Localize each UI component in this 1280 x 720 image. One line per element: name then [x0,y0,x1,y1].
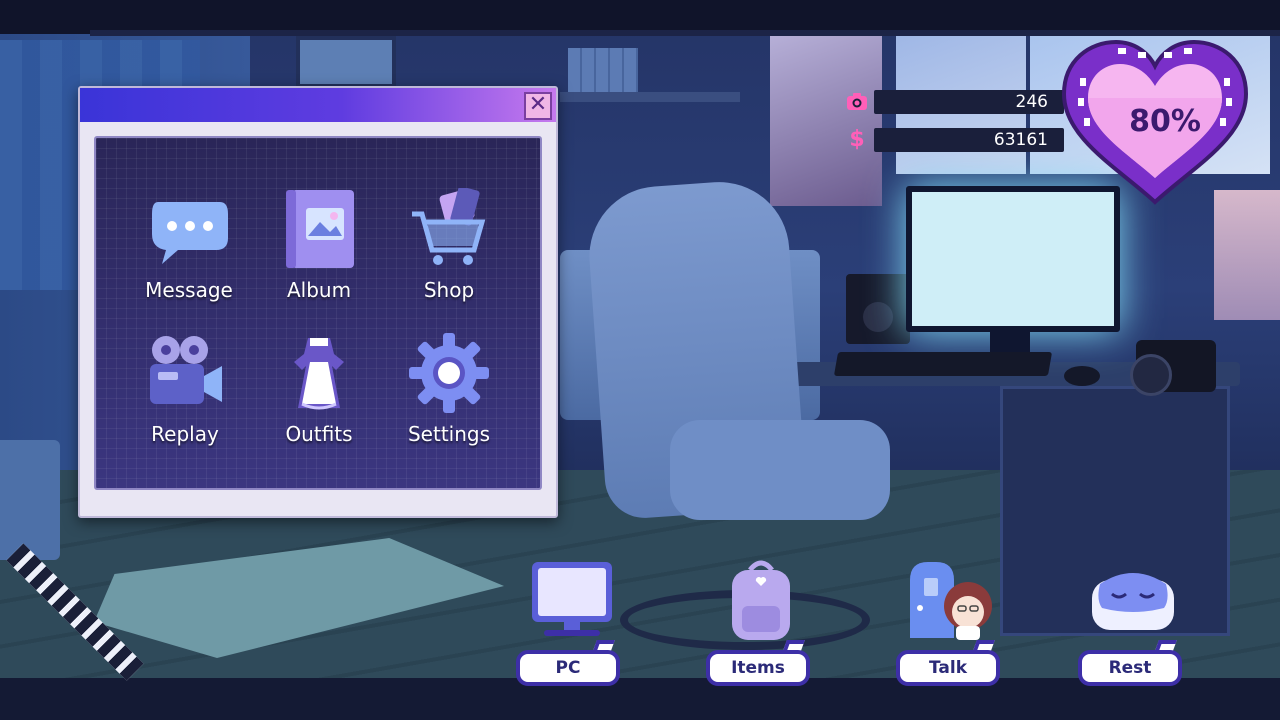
pc-label: PC [516,650,620,686]
speaker [846,274,910,344]
wall-sign [296,36,396,88]
pc-button[interactable]: PC [516,560,626,688]
maid-dress-icon [278,332,360,414]
close-button[interactable]: ✕ [524,92,552,120]
app-label: Album [286,278,352,302]
photo-album-icon [278,188,360,270]
camera-icon [844,89,870,115]
poster [1214,190,1280,320]
mouse [1064,366,1100,386]
rest-label: Rest [1078,650,1182,686]
sleep-mask-icon [1086,560,1180,642]
wall-shelf [560,92,740,102]
computer-monitor-icon [524,560,618,642]
affection-percent: 80% [1129,104,1201,139]
chair-seat [670,420,890,520]
rest-button[interactable]: Rest [1078,560,1188,688]
money-counter: $ 63161 [849,127,1064,152]
app-label: Message [145,278,233,302]
backpack-icon [714,560,808,642]
settings-app[interactable]: Settings [384,332,514,462]
talk-button[interactable]: Talk [896,560,1006,688]
photos-count: 246 [1015,92,1048,112]
app-label: Replay [151,422,219,446]
photos-counter: 246 [847,90,1064,114]
items-label: Items [706,650,810,686]
trash-can [0,440,60,560]
message-app[interactable]: Message [124,188,254,318]
keyboard [833,352,1053,376]
chat-bubble-icon [148,188,230,270]
door-character-icon [904,560,998,642]
money-amount: 63161 [993,130,1048,150]
replay-app[interactable]: Replay [120,332,250,462]
shelf-books [568,48,638,92]
desk-monitor [906,186,1120,332]
app-label: Outfits [285,422,353,446]
app-label: Shop [423,278,475,302]
talk-label: Talk [896,650,1000,686]
outfits-app[interactable]: Outfits [254,332,384,462]
window-titlebar[interactable] [80,88,556,122]
dollar-icon: $ [849,127,865,152]
items-button[interactable]: Items [706,560,816,688]
shopping-cart-icon [408,186,490,270]
app-grid: Message Album Shop Replay Outfits Settin… [94,136,542,490]
gear-icon [408,332,490,414]
pc-window: ✕ Message Album Shop Replay Outfits Sett… [78,86,558,518]
camera [1130,340,1216,396]
top-frame [0,0,1280,36]
poster [770,34,882,206]
app-label: Settings [407,422,491,446]
shop-app[interactable]: Shop [384,186,514,318]
album-app[interactable]: Album [254,188,384,318]
film-camera-icon [144,332,226,414]
